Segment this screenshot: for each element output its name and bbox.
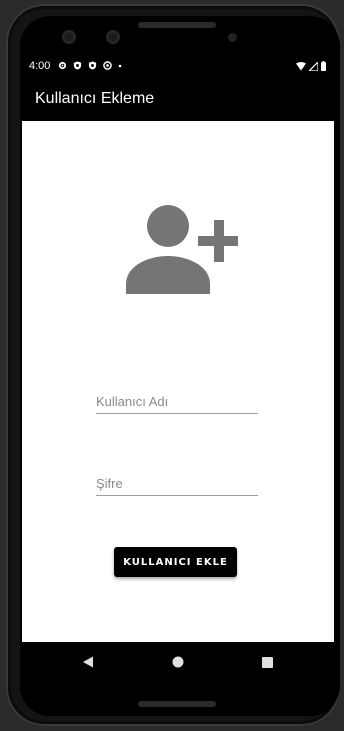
shield-icon <box>73 60 82 70</box>
proximity-sensor <box>228 33 237 42</box>
back-icon[interactable] <box>80 654 96 670</box>
person-add-icon <box>120 204 240 294</box>
wifi-icon <box>296 61 306 74</box>
front-camera <box>62 30 76 44</box>
status-system-icons <box>296 60 326 74</box>
screen: 4:00 Kullanıcı Ekleme Kullanıcı Adı KULL… <box>22 57 334 681</box>
vpn-icon <box>103 60 112 70</box>
status-notification-icons <box>58 60 122 70</box>
signal-icon <box>307 60 319 74</box>
bottom-speaker <box>138 701 216 707</box>
form-content: KULLANICI EKLE <box>22 121 334 642</box>
front-sensor <box>106 30 120 44</box>
home-icon[interactable] <box>170 654 186 670</box>
navigation-bar <box>22 642 334 681</box>
add-user-button[interactable]: KULLANICI EKLE <box>114 547 237 577</box>
password-field <box>96 473 258 496</box>
page-title: Kullanıcı Ekleme <box>35 90 155 107</box>
settings-icon <box>58 60 67 70</box>
shield-icon <box>88 60 97 70</box>
dot-icon <box>118 60 122 69</box>
password-input[interactable] <box>96 476 258 493</box>
device-frame: 4:00 Kullanıcı Ekleme Kullanıcı Adı KULL… <box>0 0 344 731</box>
top-speaker <box>138 22 216 28</box>
username-field <box>96 391 258 414</box>
status-bar: 4:00 <box>22 57 334 77</box>
recents-icon[interactable] <box>259 654 275 670</box>
app-bar: Kullanıcı Ekleme <box>22 77 334 121</box>
status-time: 4:00 <box>29 60 51 72</box>
username-input[interactable] <box>96 394 258 411</box>
battery-icon <box>321 61 326 74</box>
